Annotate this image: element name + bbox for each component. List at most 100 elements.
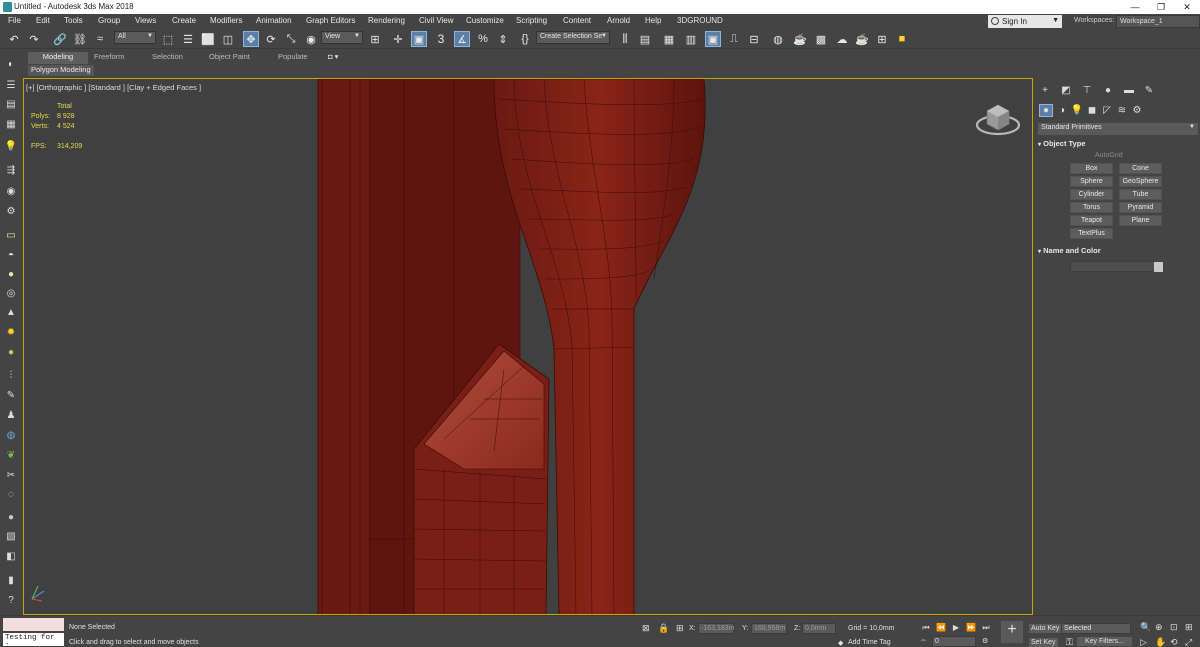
tab-object-paint[interactable]: Object Paint: [209, 52, 250, 64]
a360-gallery-icon[interactable]: ■: [894, 31, 910, 47]
sphere-button[interactable]: Sphere: [1070, 176, 1113, 187]
geometry-category-icon[interactable]: ●: [1039, 104, 1053, 117]
modify-tab-icon[interactable]: ◩: [1059, 84, 1073, 97]
plane-button[interactable]: Plane: [1119, 215, 1162, 226]
redo-icon[interactable]: ↷: [26, 31, 42, 47]
next-frame-icon[interactable]: ⏩: [965, 623, 977, 634]
orbit-icon[interactable]: ⟲: [1170, 637, 1178, 647]
walk-icon[interactable]: ♟: [3, 408, 19, 422]
named-selection-set-select[interactable]: Create Selection Se ▼: [536, 31, 610, 44]
time-config-icon[interactable]: ⚙: [982, 637, 988, 645]
render-production-icon[interactable]: ☁: [834, 31, 850, 47]
auto-key-button[interactable]: Auto Key: [1029, 624, 1062, 633]
maxscript-output[interactable]: Testing for :: [3, 633, 64, 647]
reference-coordinate-select[interactable]: View ▼: [321, 31, 363, 44]
systems-category-icon[interactable]: ⚙: [1130, 104, 1144, 117]
play-icon[interactable]: ▶: [950, 623, 962, 634]
maximize-button[interactable]: ❐: [1148, 0, 1174, 14]
layer-explorer-icon[interactable]: ▥: [683, 31, 699, 47]
percent-snap-icon[interactable]: %: [475, 31, 491, 47]
viewport-label[interactable]: [+] [Orthographic ] [Standard ] [Clay + …: [26, 83, 201, 92]
ribbon-toggle-icon[interactable]: ▣: [705, 31, 721, 47]
sun-icon[interactable]: ✹: [3, 325, 19, 339]
layers-icon[interactable]: ▦: [3, 117, 19, 131]
sign-in-button[interactable]: Sign In ▼: [988, 15, 1062, 28]
viewcube-icon[interactable]: [974, 97, 1022, 139]
cone-icon[interactable]: ▲: [3, 305, 19, 319]
key-filters-button[interactable]: Key Filters...: [1077, 637, 1132, 646]
menu-customize[interactable]: Customize: [466, 16, 504, 25]
pan-icon[interactable]: ✋: [1155, 637, 1166, 647]
menu-group[interactable]: Group: [98, 16, 120, 25]
material-ball-icon[interactable]: ●: [3, 510, 19, 524]
select-object-icon[interactable]: ⬚: [160, 31, 176, 47]
textplus-button[interactable]: TextPlus: [1070, 228, 1113, 239]
workspace-select[interactable]: Workspace_1: [1116, 15, 1200, 28]
key-mode-select[interactable]: Selected: [1061, 623, 1131, 634]
menu-civil-view[interactable]: Civil View: [419, 16, 454, 25]
help-icon[interactable]: ?: [3, 593, 19, 607]
select-and-rotate-icon[interactable]: ⟳: [263, 31, 279, 47]
render-icon[interactable]: ▧: [3, 529, 19, 543]
rollout-object-type[interactable]: ▾ Object Type: [1038, 139, 1198, 151]
menu-arnold[interactable]: Arnold: [607, 16, 630, 25]
geosphere-button[interactable]: GeoSphere: [1119, 176, 1162, 187]
select-manipulate-icon[interactable]: ✛: [390, 31, 406, 47]
list-icon[interactable]: ▤: [3, 97, 19, 111]
cameras-category-icon[interactable]: ◼: [1085, 104, 1099, 117]
keyboard-shortcut-override-icon[interactable]: ▣: [411, 31, 427, 47]
menu-scripting[interactable]: Scripting: [516, 16, 547, 25]
snaps-toggle-icon[interactable]: 3: [433, 31, 449, 47]
select-and-place-icon[interactable]: ◉: [303, 31, 319, 47]
object-name-field[interactable]: [1070, 261, 1155, 272]
motion-tab-icon[interactable]: ●: [1101, 84, 1115, 97]
toggle-icon[interactable]: ◧: [3, 549, 19, 563]
rectangular-selection-icon[interactable]: ⬜: [200, 31, 216, 47]
zoom-all-icon[interactable]: ⊕: [1155, 622, 1163, 633]
torus-icon[interactable]: ◎: [3, 286, 19, 300]
skin-icon[interactable]: ◌: [3, 487, 19, 501]
box-button[interactable]: Box: [1070, 163, 1113, 174]
z-coordinate-field[interactable]: 0,0mm: [802, 623, 836, 634]
undo-icon[interactable]: ↶: [6, 31, 22, 47]
menu-views[interactable]: Views: [135, 16, 156, 25]
utilities-tab-icon[interactable]: ✎: [1142, 84, 1156, 97]
link-icon[interactable]: 🔗: [52, 31, 68, 47]
brush-icon[interactable]: ✎: [3, 388, 19, 402]
menu-animation[interactable]: Animation: [256, 16, 292, 25]
menu-3dground[interactable]: 3DGROUND: [677, 16, 723, 25]
curve-editor-icon[interactable]: ⎍: [726, 31, 742, 47]
menu-help[interactable]: Help: [645, 16, 661, 25]
polygon-modeling-panel[interactable]: Polygon Modeling: [28, 65, 94, 76]
goto-start-icon[interactable]: ⏮: [920, 623, 932, 634]
shapes-category-icon[interactable]: ◑: [1055, 104, 1069, 117]
x-coordinate-field[interactable]: -163,183m: [698, 623, 734, 634]
rollout-name-and-color[interactable]: ▾ Name and Color: [1038, 246, 1198, 258]
pyramid-button[interactable]: Pyramid: [1119, 202, 1162, 213]
viewport-orthographic[interactable]: [+] [Orthographic ] [Standard ] [Clay + …: [23, 78, 1033, 615]
dome-icon[interactable]: ◓: [3, 248, 19, 262]
angle-snap-icon[interactable]: ∡: [454, 31, 470, 47]
light-icon[interactable]: 💡: [3, 139, 19, 153]
tube-button[interactable]: Tube: [1119, 189, 1162, 200]
globe-icon[interactable]: ◍: [3, 428, 19, 442]
y-coordinate-field[interactable]: 160,958m: [751, 623, 787, 634]
spacewarps-category-icon[interactable]: ≋: [1115, 104, 1129, 117]
field-of-view-icon[interactable]: ▷: [1140, 637, 1147, 647]
scene-explorer-icon[interactable]: ▦: [661, 31, 677, 47]
schematic-view-icon[interactable]: ⊟: [746, 31, 762, 47]
previous-frame-icon[interactable]: ⏪: [935, 623, 947, 634]
zoom-extents-all-icon[interactable]: ⊞: [1185, 622, 1193, 633]
menu-rendering[interactable]: Rendering: [368, 16, 405, 25]
orbit-icon[interactable]: ◐: [3, 57, 19, 71]
selection-filter-select[interactable]: All ▼: [114, 31, 156, 44]
box-icon[interactable]: ▭: [3, 228, 19, 242]
tab-selection[interactable]: Selection: [152, 52, 183, 64]
sphere-icon[interactable]: ●: [3, 267, 19, 281]
isolate-selection-icon[interactable]: ⊠: [642, 623, 650, 634]
grid-icon[interactable]: ⫶: [3, 368, 19, 382]
rendered-frame-window-icon[interactable]: ▩: [813, 31, 829, 47]
geometry-icon[interactable]: ⚙: [3, 204, 19, 218]
lights-category-icon[interactable]: 💡: [1070, 104, 1084, 117]
time-tag-icon[interactable]: ◆: [838, 639, 843, 647]
